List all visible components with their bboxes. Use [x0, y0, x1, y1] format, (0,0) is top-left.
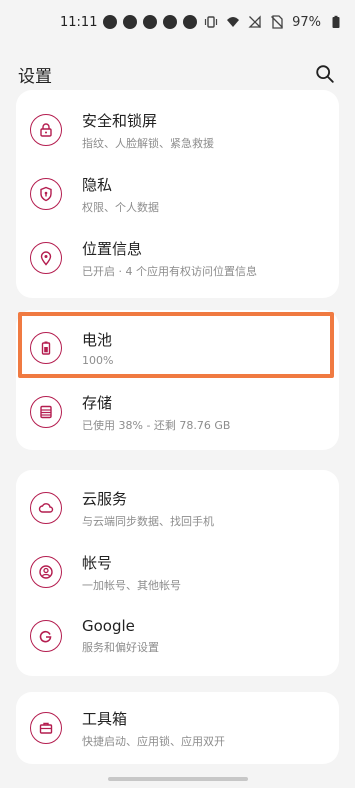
settings-item-title: 安全和锁屏	[82, 111, 158, 130]
settings-item-title: 位置信息	[82, 239, 143, 258]
settings-card-tools: 工具箱 快捷启动、应用锁、应用双开	[16, 692, 339, 764]
page-title: 设置	[18, 66, 52, 87]
notification-icon	[103, 15, 118, 29]
settings-item-subtitle: 一加帐号、其他帐号	[82, 578, 181, 592]
notification-icon	[123, 15, 138, 29]
settings-item-subtitle: 权限、个人数据	[82, 200, 159, 214]
search-icon	[316, 65, 334, 83]
status-bar: 11:11 97%	[0, 0, 355, 44]
google-icon	[30, 620, 62, 652]
wifi-icon	[227, 17, 240, 27]
settings-card-device: 电池 100% 存储 已使用 38% - 还剩 78.76 GB	[16, 310, 339, 450]
settings-item-subtitle: 快捷启动、应用锁、应用双开	[82, 734, 225, 748]
settings-item-title: 帐号	[82, 553, 113, 572]
location-pin-icon	[30, 242, 62, 274]
settings-item-title: 工具箱	[82, 709, 128, 728]
settings-item-google[interactable]: Google 服务和偏好设置	[16, 604, 339, 668]
notification-icon	[163, 15, 178, 29]
status-right: 97%	[204, 15, 343, 30]
vibrate-icon	[204, 16, 218, 28]
settings-item-subtitle: 指纹、人脸解锁、紧急救援	[82, 136, 214, 150]
account-icon	[30, 556, 62, 588]
status-left: 11:11	[60, 14, 198, 30]
settings-item-account[interactable]: 帐号 一加帐号、其他帐号	[16, 540, 339, 604]
settings-item-subtitle: 服务和偏好设置	[82, 641, 159, 654]
privacy-shield-icon	[30, 178, 62, 210]
settings-item-battery[interactable]: 电池 100%	[16, 316, 339, 380]
no-sim-icon	[271, 15, 284, 29]
settings-card-accounts: 云服务 与云端同步数据、找回手机 帐号 一加帐号、其他帐号 Google 服务和…	[16, 470, 339, 676]
notification-icon	[183, 15, 198, 29]
settings-item-storage[interactable]: 存储 已使用 38% - 还剩 78.76 GB	[16, 380, 339, 444]
battery-icon	[30, 332, 62, 364]
settings-item-title: 云服务	[82, 489, 128, 508]
settings-item-toolbox[interactable]: 工具箱 快捷启动、应用锁、应用双开	[16, 696, 339, 760]
settings-item-privacy[interactable]: 隐私 权限、个人数据	[16, 162, 339, 226]
battery-status-icon	[332, 15, 340, 28]
settings-item-subtitle: 已开启 · 4 个应用有权访问位置信息	[82, 264, 257, 278]
settings-item-title: Google	[82, 617, 135, 635]
settings-card-security: 安全和锁屏 指纹、人脸解锁、紧急救援 隐私 权限、个人数据 位置信息 已开启 ·…	[16, 90, 339, 298]
toolbox-icon	[30, 712, 62, 744]
settings-item-subtitle: 100%	[82, 354, 114, 367]
settings-item-title: 电池	[82, 331, 113, 349]
notification-icon	[143, 15, 158, 29]
search-button[interactable]	[313, 62, 337, 86]
status-time: 11:11	[60, 14, 98, 30]
settings-item-cloud[interactable]: 云服务 与云端同步数据、找回手机	[16, 476, 339, 540]
battery-percent: 97%	[292, 14, 321, 30]
lock-icon	[30, 114, 62, 146]
no-signal-icon	[248, 15, 262, 28]
settings-item-title: 隐私	[82, 175, 113, 194]
settings-item-title: 存储	[82, 393, 113, 412]
settings-item-security[interactable]: 安全和锁屏 指纹、人脸解锁、紧急救援	[16, 98, 339, 162]
settings-item-subtitle: 与云端同步数据、找回手机	[82, 514, 214, 528]
gesture-nav-handle[interactable]	[108, 777, 248, 781]
settings-item-location[interactable]: 位置信息 已开启 · 4 个应用有权访问位置信息	[16, 226, 339, 290]
cloud-icon	[30, 492, 62, 524]
storage-icon	[30, 396, 62, 428]
settings-item-subtitle: 已使用 38% - 还剩 78.76 GB	[82, 418, 231, 432]
